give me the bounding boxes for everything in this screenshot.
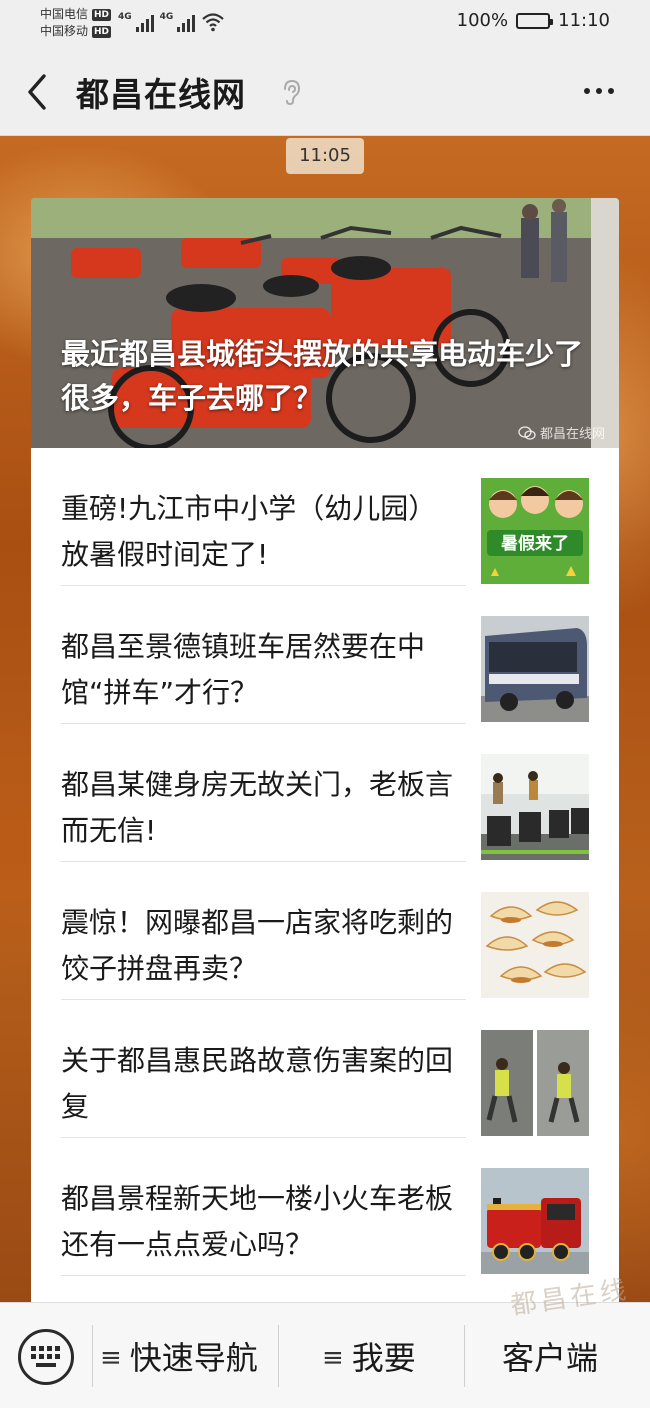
- menu-separator: [278, 1325, 279, 1387]
- menu-want[interactable]: ≡ 我要: [322, 1333, 416, 1383]
- back-arrow-icon[interactable]: [22, 72, 54, 112]
- carrier-info: 中国电信 HD 中国移动 HD: [40, 6, 112, 40]
- article-card: 最近都昌县城街头摆放的共享电动车少了很多，车子去哪了？ 都昌在线网 重磅!九江市…: [31, 198, 619, 1302]
- article-title: 关于都昌惠民路故意伤害案的回复: [61, 1044, 454, 1123]
- keyboard-icon: [31, 1346, 60, 1367]
- more-options-icon[interactable]: [584, 88, 614, 94]
- menu-client[interactable]: 客户端: [502, 1333, 598, 1383]
- hero-watermark-text: 都昌在线网: [539, 427, 605, 442]
- menu-want-label: 我要: [351, 1339, 416, 1377]
- street-fight-thumb: [481, 1030, 589, 1136]
- gym-thumb: [481, 754, 589, 860]
- battery-icon: [516, 12, 554, 29]
- status-bar: 中国电信 HD 中国移动 HD 4G 4G 100% 11:10: [0, 0, 650, 48]
- battery-percent: 100%: [456, 10, 509, 31]
- hd-badge: HD: [92, 8, 112, 21]
- dumplings-thumb: [481, 892, 589, 998]
- divider: [61, 1275, 466, 1276]
- article-item[interactable]: 震惊！网曝都昌一店家将吃剩的饺子拼盘再卖？: [31, 862, 619, 1000]
- carrier-1: 中国电信: [40, 7, 89, 21]
- chat-title: 都昌在线网: [76, 75, 246, 114]
- status-right: 100% 11:10: [457, 10, 610, 31]
- menu-separator: [464, 1325, 465, 1387]
- summer-vacation-thumb: 暑假来了: [481, 478, 589, 584]
- hero-watermark: 都昌在线网: [518, 423, 605, 442]
- menu-quick-nav-label: 快速导航: [129, 1339, 258, 1377]
- article-title: 都昌至景德镇班车居然要在中馆“拼车”才行？: [61, 630, 426, 709]
- article-title: 都昌某健身房无故关门，老板言而无信!: [61, 768, 454, 847]
- article-item[interactable]: 都昌景程新天地一楼小火车老板还有一点点爱心吗？: [31, 1138, 619, 1276]
- carrier-2: 中国移动: [40, 24, 89, 38]
- article-title: 都昌景程新天地一楼小火车老板还有一点点爱心吗？: [61, 1182, 454, 1261]
- article-item[interactable]: 关于都昌惠民路故意伤害案的回复: [31, 1000, 619, 1138]
- article-title: 震惊！网曝都昌一店家将吃剩的饺子拼盘再卖？: [61, 906, 454, 985]
- clock: 11:10: [558, 10, 610, 31]
- signal-bars-icon: [135, 14, 154, 32]
- article-item[interactable]: 都昌至景德镇班车居然要在中馆“拼车”才行？: [31, 586, 619, 724]
- ear-icon[interactable]: [280, 78, 302, 106]
- menu-lines-icon: ≡: [100, 1343, 122, 1373]
- hero-title: 最近都昌县城街头摆放的共享电动车少了很多，车子去哪了？: [61, 337, 584, 415]
- message-timestamp: 11:05: [286, 138, 364, 174]
- menu-quick-nav[interactable]: ≡ 快速导航: [100, 1333, 258, 1383]
- signal-bars-icon: [177, 14, 196, 32]
- hd-badge: HD: [92, 25, 112, 38]
- article-item[interactable]: 都昌某健身房无故关门，老板言而无信!: [31, 724, 619, 862]
- article-title: 重磅!九江市中小学（幼儿园）放暑假时间定了!: [61, 492, 437, 571]
- network-type-2: 4G: [159, 12, 174, 22]
- svg-text:暑假来了: 暑假来了: [501, 533, 569, 554]
- toy-train-thumb: [481, 1168, 589, 1274]
- wechat-icon: [518, 425, 536, 440]
- signal-indicators: 4G 4G: [118, 12, 225, 32]
- menu-lines-icon: ≡: [322, 1343, 344, 1373]
- article-item[interactable]: 重磅!九江市中小学（幼儿园）放暑假时间定了! 暑假来了: [31, 448, 619, 586]
- network-type-1: 4G: [118, 12, 132, 22]
- nav-bar: 都昌在线网: [0, 48, 650, 136]
- menu-separator: [92, 1325, 93, 1387]
- hero-article[interactable]: 最近都昌县城街头摆放的共享电动车少了很多，车子去哪了？ 都昌在线网: [31, 198, 619, 448]
- wifi-icon: [202, 13, 225, 32]
- bus-thumb: [481, 616, 589, 722]
- keyboard-toggle-button[interactable]: [18, 1329, 74, 1385]
- bottom-menu-bar: ≡ 快速导航 ≡ 我要 客户端 都昌在线: [0, 1275, 650, 1408]
- article-list: 重磅!九江市中小学（幼儿园）放暑假时间定了! 暑假来了 都昌至景德镇班车居然要在…: [31, 448, 619, 1276]
- menu-client-label: 客户端: [502, 1339, 599, 1377]
